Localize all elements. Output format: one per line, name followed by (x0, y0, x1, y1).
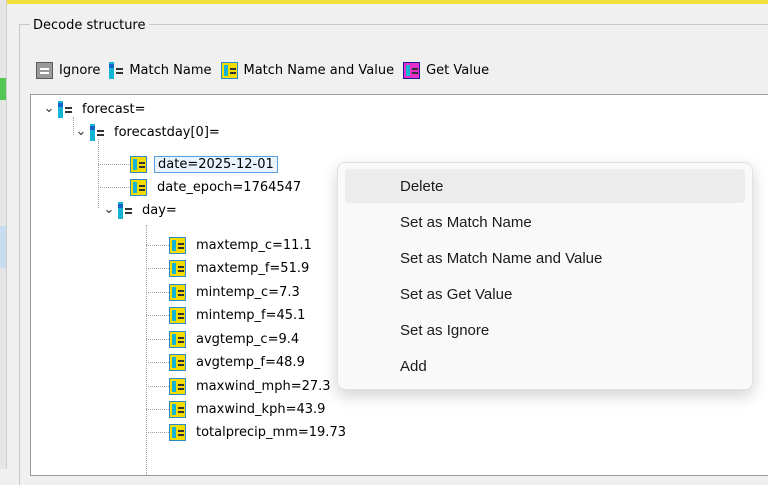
legend-match-name-label: Match Name (129, 62, 212, 78)
match-name-value-icon (130, 155, 147, 173)
match-name-value-icon (169, 330, 186, 348)
tree-connector (98, 139, 99, 208)
legend-get-value-label: Get Value (426, 62, 490, 78)
tree-connector (146, 432, 171, 433)
tree-connector (146, 315, 171, 316)
tree-connector (146, 339, 171, 340)
tree-node-label: maxwind_kph=43.9 (196, 401, 326, 417)
match-name-value-icon (169, 377, 186, 395)
menu-item-label: Set as Get Value (400, 285, 513, 303)
match-name-value-icon (169, 353, 186, 371)
match-name-value-icon (169, 400, 186, 418)
tree-node[interactable]: date_epoch=1764547 (130, 176, 304, 198)
tree-node[interactable]: maxwind_mph=27.3 (169, 375, 334, 397)
tree-node-label: totalprecip_mm=19.73 (196, 424, 346, 440)
legend-match-name: Match Name (109, 61, 212, 79)
tree-node-label: avgtemp_c=9.4 (196, 331, 300, 347)
get-value-icon (403, 61, 421, 79)
tree-connector (146, 292, 171, 293)
tree-node-label: maxwind_mph=27.3 (196, 378, 331, 394)
tree-node-label: mintemp_c=7.3 (196, 284, 300, 300)
match-name-icon (58, 100, 72, 118)
legend-ignore: Ignore (36, 61, 101, 79)
context-menu: Delete Set as Match Name Set as Match Na… (337, 162, 753, 390)
tree-node[interactable]: maxtemp_f=51.9 (169, 257, 312, 279)
menu-item-set-match-name[interactable]: Set as Match Name (345, 205, 745, 239)
tree-node-label: maxtemp_c=11.1 (196, 237, 312, 253)
tree-connector (146, 409, 171, 410)
match-name-value-icon (169, 236, 186, 254)
groupbox-title: Decode structure (30, 18, 149, 33)
tree-connector (146, 245, 171, 246)
tree-node[interactable]: ⌄ forecastday[0]= (75, 121, 223, 143)
menu-item-set-ignore[interactable]: Set as Ignore (345, 313, 745, 347)
tree-node[interactable]: mintemp_c=7.3 (169, 281, 303, 303)
tree-node-label: forecast= (82, 101, 146, 117)
tree-node[interactable]: maxwind_kph=43.9 (169, 398, 328, 420)
tree-node[interactable]: maxtemp_c=11.1 (169, 234, 315, 256)
tree-node[interactable]: avgtemp_f=48.9 (169, 351, 308, 373)
menu-item-label: Add (400, 357, 427, 375)
match-name-icon (90, 123, 104, 141)
ignore-icon (36, 61, 53, 79)
legend-ignore-label: Ignore (59, 62, 101, 78)
left-pane-selection-marker (0, 226, 6, 268)
menu-item-delete[interactable]: Delete (345, 169, 745, 203)
match-name-value-icon (169, 259, 186, 277)
menu-item-add[interactable]: Add (345, 349, 745, 383)
menu-item-label: Set as Match Name (400, 213, 532, 231)
match-name-value-icon (169, 423, 186, 441)
tree-connector (146, 362, 171, 363)
legend-get-value: Get Value (403, 61, 490, 79)
tree-node[interactable]: date=2025-12-01 (130, 153, 278, 175)
match-name-value-icon (130, 178, 147, 196)
window-top-accent (0, 0, 768, 4)
tree-node-label-selected: date=2025-12-01 (154, 155, 278, 173)
tree-node[interactable]: avgtemp_c=9.4 (169, 328, 302, 350)
menu-item-set-get-value[interactable]: Set as Get Value (345, 277, 745, 311)
chevron-down-icon[interactable]: ⌄ (43, 102, 55, 115)
legend-match-name-value: Match Name and Value (220, 61, 395, 79)
menu-item-label: Set as Match Name and Value (400, 249, 603, 267)
tree-connector (98, 164, 133, 165)
tree-node-label: avgtemp_f=48.9 (196, 354, 305, 370)
tree-node-label: forecastday[0]= (114, 124, 220, 140)
tree-node-label: day= (142, 202, 177, 218)
menu-item-label: Set as Ignore (400, 321, 490, 339)
legend: Ignore Match Name Match Name and Value G… (36, 58, 498, 82)
match-name-value-icon (169, 283, 186, 301)
tree-connector (146, 225, 147, 475)
menu-item-set-match-name-value[interactable]: Set as Match Name and Value (345, 241, 745, 275)
tree-node-label: maxtemp_f=51.9 (196, 260, 310, 276)
chevron-down-icon[interactable]: ⌄ (75, 125, 87, 138)
tree-connector (146, 268, 171, 269)
tree-connector (146, 386, 171, 387)
tree-node[interactable]: ⌄ day= (103, 199, 180, 221)
menu-item-label: Delete (400, 177, 444, 195)
tree-node[interactable]: mintemp_f=45.1 (169, 304, 308, 326)
tree-node-label: mintemp_f=45.1 (196, 307, 306, 323)
tree-node[interactable]: totalprecip_mm=19.73 (169, 421, 349, 443)
chevron-down-icon[interactable]: ⌄ (103, 203, 115, 216)
tree-node-label: date_epoch=1764547 (157, 179, 302, 195)
legend-match-name-value-label: Match Name and Value (243, 62, 395, 78)
match-name-value-icon (169, 306, 186, 324)
tree-node[interactable]: ⌄ forecast= (43, 98, 148, 120)
left-pane-green-marker (0, 78, 6, 100)
tree-connector (98, 187, 133, 188)
match-name-value-icon (220, 61, 238, 79)
match-name-icon (118, 201, 132, 219)
match-name-icon (109, 61, 124, 79)
